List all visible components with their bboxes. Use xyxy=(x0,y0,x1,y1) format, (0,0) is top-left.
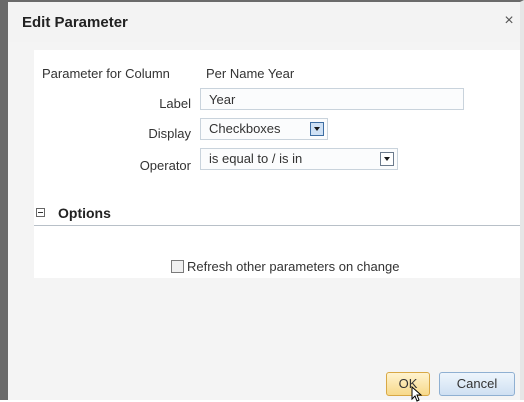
refresh-parameters-checkbox[interactable] xyxy=(171,260,184,273)
collapse-minus-icon[interactable] xyxy=(36,208,45,217)
ok-button[interactable]: OK xyxy=(386,372,430,396)
cancel-button[interactable]: Cancel xyxy=(439,372,515,396)
close-icon[interactable]: × xyxy=(500,12,518,30)
operator-select[interactable]: is equal to / is in xyxy=(200,148,398,170)
display-field-label: Display xyxy=(148,126,191,141)
operator-select-value: is equal to / is in xyxy=(209,151,303,166)
param-column-value: Per Name Year xyxy=(206,66,295,81)
label-field-label: Label xyxy=(159,96,191,111)
display-select[interactable]: Checkboxes xyxy=(200,118,328,140)
options-section-title: Options xyxy=(58,205,111,221)
dialog-titlebar: Edit Parameter × xyxy=(8,2,520,42)
dialog-title: Edit Parameter xyxy=(22,14,128,31)
chevron-down-icon[interactable] xyxy=(310,122,324,136)
operator-field-label: Operator xyxy=(139,158,191,173)
refresh-parameters-label[interactable]: Refresh other parameters on change xyxy=(187,259,399,274)
chevron-down-icon[interactable] xyxy=(380,152,394,166)
edit-parameter-dialog: Edit Parameter × Parameter for Column Pe… xyxy=(0,0,524,402)
param-column-label: Parameter for Column xyxy=(42,66,170,81)
label-input[interactable] xyxy=(200,88,464,110)
display-select-value: Checkboxes xyxy=(209,121,281,136)
options-section-header[interactable]: Options xyxy=(34,203,520,226)
dialog-content: Parameter for Column Per Name Year Label… xyxy=(34,50,520,278)
